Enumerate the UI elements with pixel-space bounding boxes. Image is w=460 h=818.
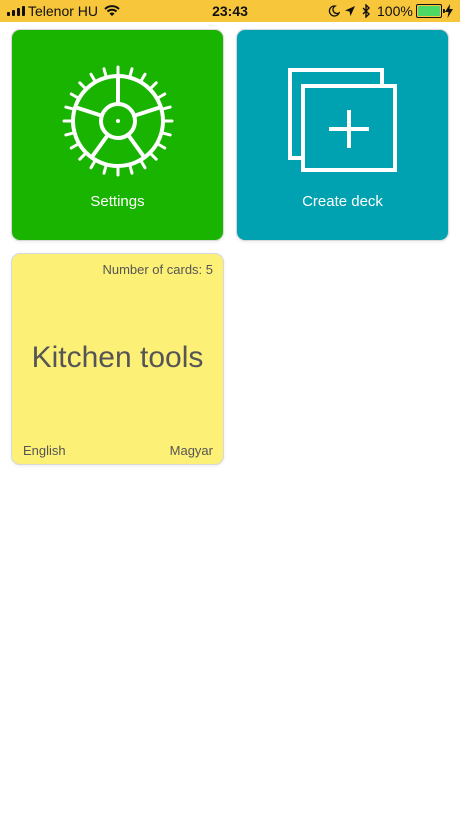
source-language: English: [23, 443, 66, 458]
deck-card-kitchen-tools[interactable]: Number of cards: 5 Kitchen tools English…: [11, 253, 224, 465]
battery-icon: [416, 0, 445, 22]
card-count: Number of cards: 5: [102, 262, 213, 277]
battery-percent: 100%: [377, 3, 413, 19]
create-deck-tile[interactable]: Create deck: [236, 29, 449, 241]
battery-level-fill: [418, 6, 440, 16]
add-deck-icon: [288, 68, 397, 172]
settings-tile[interactable]: Settings: [11, 29, 224, 241]
create-deck-label: Create deck: [302, 193, 383, 210]
bluetooth-icon: [361, 0, 371, 22]
moon-icon: [328, 0, 340, 22]
gear-icon: [62, 65, 174, 177]
target-language: Magyar: [169, 443, 213, 458]
deck-title: Kitchen tools: [31, 341, 204, 374]
charging-icon: [445, 0, 453, 22]
location-icon: [344, 0, 356, 22]
status-bar: Telenor HU 23:43 100%: [0, 0, 460, 22]
settings-label: Settings: [90, 193, 145, 210]
